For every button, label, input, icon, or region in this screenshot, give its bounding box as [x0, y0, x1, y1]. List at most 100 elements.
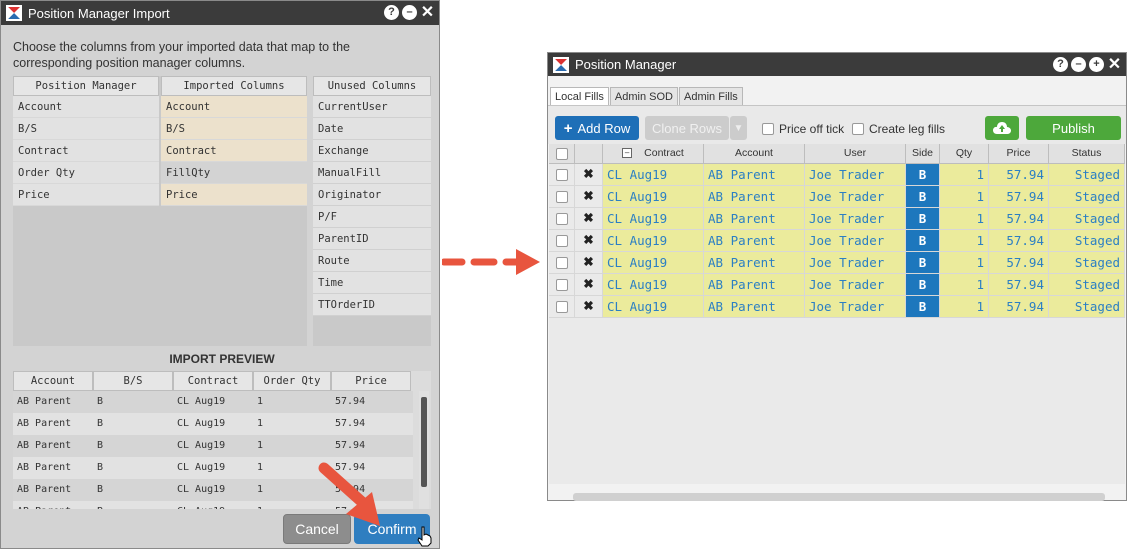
- unused-columns-list: Unused Columns CurrentUser Date Exchange Ma…: [313, 76, 431, 346]
- unused-column-item[interactable]: Exchange: [313, 140, 431, 162]
- grid-cell[interactable]: B: [906, 208, 940, 230]
- delete-x-icon[interactable]: ✖: [575, 186, 603, 208]
- unused-column-item[interactable]: Originator: [313, 184, 431, 206]
- row-select-cell[interactable]: [549, 252, 575, 274]
- imported-column-cell[interactable]: Account: [161, 96, 307, 118]
- delete-x-icon[interactable]: ✖: [575, 230, 603, 252]
- unused-column-item[interactable]: CurrentUser: [313, 96, 431, 118]
- delete-x-icon[interactable]: ✖: [575, 164, 603, 186]
- preview-cell: B: [97, 484, 104, 495]
- unused-column-item[interactable]: ManualFill: [313, 162, 431, 184]
- minimize-icon[interactable]: –: [1071, 57, 1086, 72]
- preview-header-cell: Account: [13, 371, 93, 391]
- row-checkbox[interactable]: [555, 301, 568, 313]
- grid-cell[interactable]: B: [906, 296, 940, 318]
- create-leg-fills-checkbox[interactable]: Create leg fills: [852, 122, 945, 136]
- column-header[interactable]: Account: [704, 144, 805, 164]
- unused-column-item[interactable]: P/F: [313, 206, 431, 228]
- clone-rows-button[interactable]: Clone Rows: [645, 116, 729, 140]
- close-icon[interactable]: ✕: [420, 4, 435, 20]
- row-select-cell[interactable]: [549, 296, 575, 318]
- grid-cell: Staged: [1049, 230, 1125, 252]
- delete-x-icon[interactable]: ✖: [575, 252, 603, 274]
- help-icon[interactable]: ?: [1053, 57, 1068, 72]
- grid-cell[interactable]: B: [906, 186, 940, 208]
- grid-cell: 1: [940, 230, 989, 252]
- imported-column-cell[interactable]: Price: [161, 184, 307, 206]
- row-checkbox[interactable]: [555, 235, 568, 247]
- column-header[interactable]: Qty: [940, 144, 989, 164]
- chevron-down-icon[interactable]: ▼: [730, 116, 747, 140]
- unused-column-item[interactable]: Date: [313, 118, 431, 140]
- preview-header-cell: B/S: [93, 371, 173, 391]
- grid-cell[interactable]: B: [906, 230, 940, 252]
- grid-cell: AB Parent: [704, 230, 805, 252]
- tab-admin-fills[interactable]: Admin Fills: [678, 87, 743, 106]
- unused-column-item[interactable]: Route: [313, 250, 431, 272]
- row-checkbox[interactable]: [555, 169, 568, 181]
- row-checkbox[interactable]: [555, 257, 568, 269]
- table-row[interactable]: ✖ CL Aug19 AB Parent Joe Trader B 1 57.94 Stage…: [549, 208, 1125, 230]
- grid-cell: 1: [940, 208, 989, 230]
- table-row[interactable]: ✖ CL Aug19 AB Parent Joe Trader B 1 57.94 Stage…: [549, 230, 1125, 252]
- create-leg-fills-box[interactable]: [852, 123, 864, 135]
- row-checkbox[interactable]: [555, 213, 568, 225]
- cloud-upload-button[interactable]: [985, 116, 1019, 140]
- grid-cell: Staged: [1049, 164, 1125, 186]
- table-row[interactable]: ✖ CL Aug19 AB Parent Joe Trader B 1 57.94 Stage…: [549, 296, 1125, 318]
- row-select-cell[interactable]: [549, 230, 575, 252]
- table-row[interactable]: ✖ CL Aug19 AB Parent Joe Trader B 1 57.94 Stage…: [549, 274, 1125, 296]
- tab-admin-sod[interactable]: Admin SOD: [609, 87, 678, 106]
- select-all-header[interactable]: [549, 144, 575, 164]
- column-header[interactable]: Price: [989, 144, 1049, 164]
- column-header[interactable]: Side: [906, 144, 940, 164]
- grid-cell: 57.94: [989, 274, 1049, 296]
- select-all-checkbox[interactable]: [555, 148, 568, 160]
- close-icon[interactable]: ✕: [1107, 56, 1122, 72]
- row-select-cell[interactable]: [549, 208, 575, 230]
- table-row[interactable]: ✖ CL Aug19 AB Parent Joe Trader B 1 57.94 Stage…: [549, 252, 1125, 274]
- grid-cell: AB Parent: [704, 252, 805, 274]
- imported-column-cell[interactable]: FillQty: [161, 162, 307, 184]
- delete-x-icon[interactable]: ✖: [575, 274, 603, 296]
- delete-x-icon[interactable]: ✖: [575, 208, 603, 230]
- imported-column-cell[interactable]: B/S: [161, 118, 307, 140]
- column-header[interactable]: User: [805, 144, 906, 164]
- unused-column-item[interactable]: TTOrderID: [313, 294, 431, 316]
- table-row[interactable]: ✖ CL Aug19 AB Parent Joe Trader B 1 57.94 Stage…: [549, 164, 1125, 186]
- imported-column-cell[interactable]: Contract: [161, 140, 307, 162]
- maximize-icon[interactable]: +: [1089, 57, 1104, 72]
- grid-cell: 1: [940, 252, 989, 274]
- preview-cell: CL Aug19: [177, 462, 226, 473]
- price-off-tick-checkbox[interactable]: Price off tick: [762, 122, 844, 136]
- minimize-icon[interactable]: –: [402, 5, 417, 20]
- delete-x-icon[interactable]: ✖: [575, 296, 603, 318]
- column-header[interactable]: Status: [1049, 144, 1125, 164]
- grid-horizontal-scrollbar[interactable]: [573, 493, 1105, 501]
- price-off-tick-box[interactable]: [762, 123, 774, 135]
- row-select-cell[interactable]: [549, 274, 575, 296]
- unused-column-item[interactable]: Time: [313, 272, 431, 294]
- pm-titlebar[interactable]: Position Manager ? – + ✕: [548, 53, 1126, 76]
- tab-local-fills[interactable]: Local Fills: [550, 87, 609, 106]
- table-row[interactable]: ✖ CL Aug19 AB Parent Joe Trader B 1 57.94 Stage…: [549, 186, 1125, 208]
- row-select-cell[interactable]: [549, 186, 575, 208]
- preview-cell: CL Aug19: [177, 396, 226, 407]
- add-row-button[interactable]: + Add Row: [555, 116, 639, 140]
- publish-button[interactable]: Publish: [1026, 116, 1121, 140]
- column-header-contract[interactable]: – Contract: [603, 144, 704, 164]
- grid-cell[interactable]: B: [906, 252, 940, 274]
- collapse-icon[interactable]: –: [622, 148, 633, 159]
- row-checkbox[interactable]: [555, 191, 568, 203]
- import-titlebar[interactable]: Position Manager Import ? – ✕: [1, 1, 439, 25]
- unused-column-item[interactable]: ParentID: [313, 228, 431, 250]
- row-select-cell[interactable]: [549, 164, 575, 186]
- help-icon[interactable]: ?: [384, 5, 399, 20]
- row-checkbox[interactable]: [555, 279, 568, 291]
- plus-icon: +: [563, 119, 573, 137]
- grid-cell[interactable]: B: [906, 274, 940, 296]
- grid-cell[interactable]: B: [906, 164, 940, 186]
- preview-cell: 57.94: [335, 418, 366, 429]
- pm-toolbar: + Add Row Clone Rows ▼ Price off tick Cr…: [548, 105, 1126, 144]
- preview-scrollbar[interactable]: [419, 391, 429, 509]
